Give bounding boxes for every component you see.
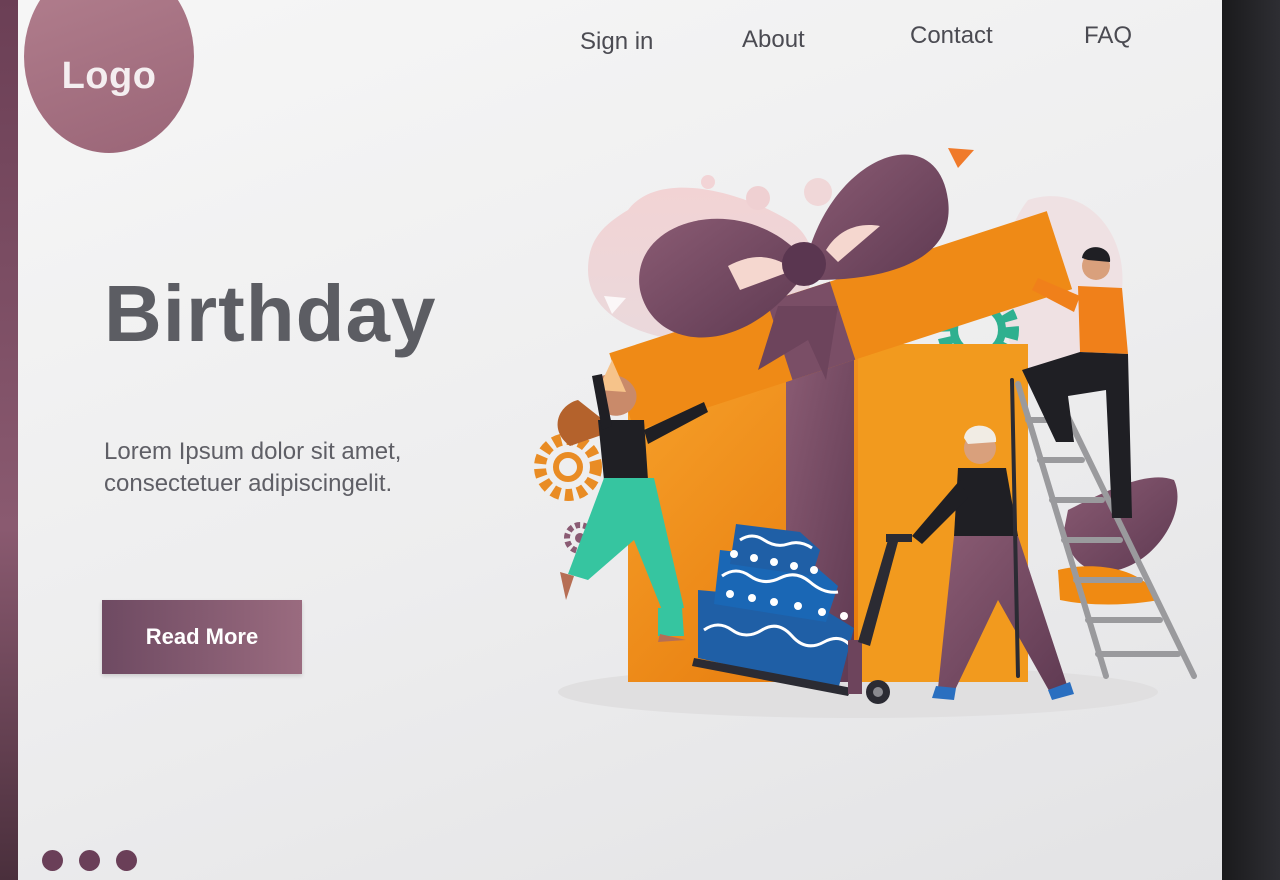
nav-contact[interactable]: Contact [910,22,993,50]
landing-page: Logo Sign in About Contact FAQ Birthday … [18,0,1224,880]
logo-text: Logo [61,55,157,97]
confetti-dot [804,178,832,206]
confetti-dot [746,186,770,210]
hero-description: Lorem Ipsum dolor sit amet, consectetuer… [104,438,402,497]
nav-sign-in[interactable]: Sign in [580,28,653,56]
pagination-dot-2[interactable] [79,850,100,871]
top-navigation: Sign in About Contact FAQ [558,22,1178,62]
logo[interactable]: Logo [24,0,194,153]
monitor-right-bezel [1222,0,1280,880]
pagination-dots [42,850,137,871]
confetti-dot [701,175,715,189]
gear-icon [534,433,602,501]
confetti-triangle [948,148,974,168]
pagination-dot-1[interactable] [42,850,63,871]
nav-faq[interactable]: FAQ [1084,22,1132,50]
read-more-button[interactable]: Read More [102,600,302,674]
nav-about[interactable]: About [742,26,805,54]
hero-title: Birthday [104,269,437,358]
pagination-dot-3[interactable] [116,850,137,871]
birthday-gift-illustration [534,148,1197,718]
